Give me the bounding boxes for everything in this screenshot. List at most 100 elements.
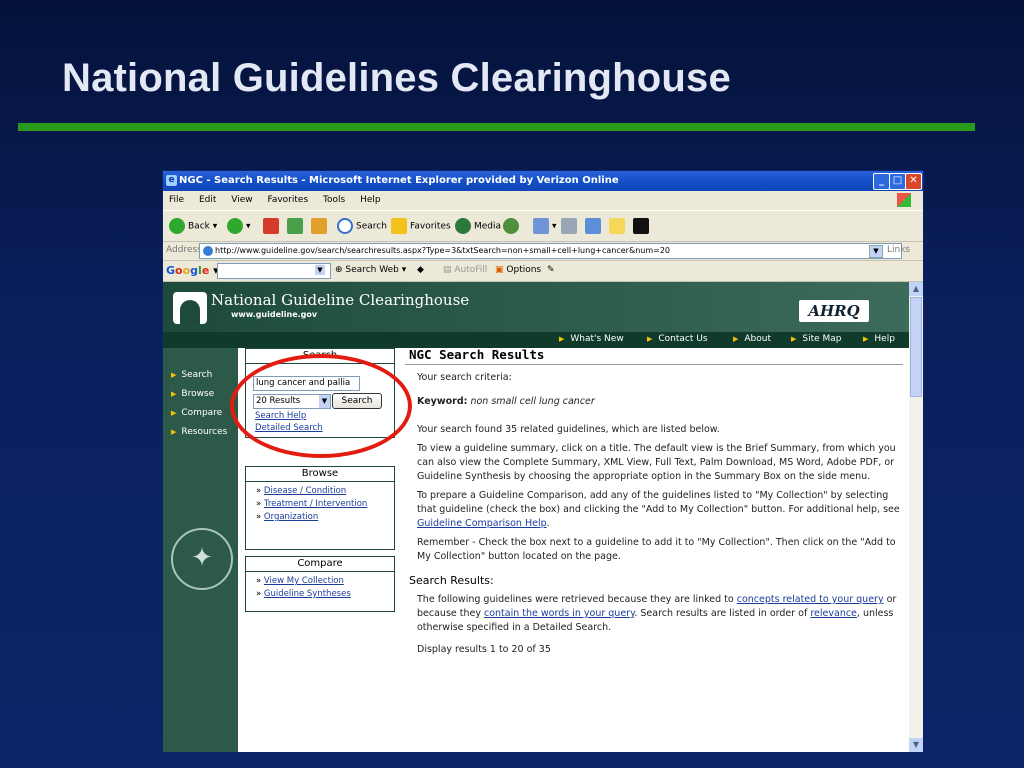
view-my-collection-link[interactable]: View My Collection bbox=[264, 576, 344, 586]
nav-contact-us[interactable]: Contact Us bbox=[647, 334, 707, 344]
highlight-icon[interactable]: ✎ bbox=[547, 265, 555, 275]
nav-help[interactable]: Help bbox=[863, 334, 895, 344]
address-dropdown-icon[interactable]: ▼ bbox=[869, 245, 883, 258]
menu-view[interactable]: View bbox=[231, 195, 252, 205]
options-icon: ▣ bbox=[495, 265, 504, 275]
pagerank-icon[interactable]: ◆ bbox=[417, 265, 424, 275]
maximize-button[interactable]: □ bbox=[889, 173, 906, 190]
binoculars-icon: ⊕ bbox=[335, 265, 343, 275]
links-label[interactable]: Links bbox=[887, 245, 910, 255]
list-item: » View My Collection bbox=[256, 576, 344, 586]
close-button[interactable]: ✕ bbox=[905, 173, 922, 190]
concepts-related-link[interactable]: concepts related to your query bbox=[737, 594, 884, 605]
autofill-icon: ▤ bbox=[443, 265, 452, 275]
scroll-up-icon[interactable]: ▲ bbox=[909, 282, 923, 296]
search-results-heading: Search Results: bbox=[409, 574, 494, 587]
side-nav-compare[interactable]: Compare bbox=[171, 408, 222, 418]
star-icon bbox=[391, 218, 407, 234]
scroll-thumb[interactable] bbox=[910, 297, 922, 397]
compare-panel-header: Compare bbox=[246, 557, 394, 572]
display-count: Display results 1 to 20 of 35 bbox=[417, 644, 551, 655]
ahrq-logo[interactable]: AHRQ bbox=[799, 300, 869, 322]
stop-icon bbox=[263, 218, 279, 234]
minimize-button[interactable]: _ bbox=[873, 173, 890, 190]
window-title: NGC - Search Results - Microsoft Interne… bbox=[179, 175, 619, 186]
google-logo[interactable]: Google ▾ bbox=[166, 264, 219, 277]
found-text: Your search found 35 related guidelines,… bbox=[417, 424, 720, 435]
mail-icon bbox=[533, 218, 549, 234]
search-icon bbox=[337, 218, 353, 234]
compare-panel: Compare » View My Collection » Guideline… bbox=[245, 556, 395, 612]
window-titlebar[interactable]: e NGC - Search Results - Microsoft Inter… bbox=[163, 171, 923, 191]
media-button[interactable]: Media bbox=[455, 218, 501, 234]
search-button[interactable]: Search bbox=[337, 218, 387, 234]
menu-edit[interactable]: Edit bbox=[199, 195, 216, 205]
forward-button[interactable]: ▾ bbox=[227, 218, 251, 234]
ngc-logo-icon[interactable] bbox=[173, 292, 207, 324]
autofill-button[interactable]: ▤ AutoFill bbox=[443, 265, 487, 275]
nav-whats-new[interactable]: What's New bbox=[559, 334, 623, 344]
history-icon bbox=[503, 218, 519, 234]
google-search-web-button[interactable]: ⊕ Search Web ▾ bbox=[335, 265, 406, 275]
refresh-button[interactable] bbox=[287, 218, 306, 234]
back-button[interactable]: Back ▾ bbox=[169, 218, 217, 234]
compare-text: To prepare a Guideline Comparison, add a… bbox=[417, 490, 900, 515]
notes-button[interactable] bbox=[609, 218, 628, 234]
favorites-label: Favorites bbox=[410, 221, 451, 232]
nav-about[interactable]: About bbox=[733, 334, 771, 344]
google-search-input[interactable] bbox=[217, 263, 331, 279]
web-page: National Guideline Clearinghouse www.gui… bbox=[163, 282, 909, 752]
site-header: National Guideline Clearinghouse www.gui… bbox=[163, 282, 909, 332]
search-label: Search bbox=[356, 221, 387, 232]
windows-flag-icon bbox=[897, 193, 911, 207]
side-nav-search[interactable]: Search bbox=[171, 370, 212, 380]
history-button[interactable] bbox=[503, 218, 522, 234]
forward-arrow-icon bbox=[227, 218, 243, 234]
compare-instructions: To prepare a Guideline Comparison, add a… bbox=[417, 489, 903, 531]
addon-button[interactable] bbox=[633, 218, 652, 234]
main-content: NGC Search Results Your search criteria:… bbox=[405, 348, 903, 662]
side-navigation: Search Browse Compare Resources ✦ bbox=[163, 348, 238, 752]
menu-tools[interactable]: Tools bbox=[323, 195, 345, 205]
stop-button[interactable] bbox=[263, 218, 282, 234]
edit-icon bbox=[585, 218, 601, 234]
guideline-syntheses-link[interactable]: Guideline Syntheses bbox=[264, 589, 351, 599]
retrieval-text: The following guidelines were retrieved … bbox=[417, 594, 737, 605]
guideline-comparison-help-link[interactable]: Guideline Comparison Help bbox=[417, 518, 547, 529]
vertical-scrollbar[interactable]: ▲ ▼ bbox=[909, 282, 923, 752]
menu-file[interactable]: File bbox=[169, 195, 184, 205]
ie-icon: e bbox=[166, 175, 177, 186]
home-icon bbox=[311, 218, 327, 234]
browse-treatment-link[interactable]: Treatment / Intervention bbox=[264, 499, 367, 509]
favorites-button[interactable]: Favorites bbox=[391, 218, 451, 234]
mail-button[interactable]: ▾ bbox=[533, 218, 557, 234]
nav-site-map[interactable]: Site Map bbox=[791, 334, 841, 344]
google-search-dropdown-icon[interactable]: ▼ bbox=[315, 265, 325, 275]
menu-help[interactable]: Help bbox=[360, 195, 381, 205]
hhs-seal-icon: ✦ bbox=[171, 528, 233, 590]
printer-icon bbox=[561, 218, 577, 234]
print-button[interactable] bbox=[561, 218, 580, 234]
side-nav-resources[interactable]: Resources bbox=[171, 427, 227, 437]
home-button[interactable] bbox=[311, 218, 330, 234]
autofill-label: AutoFill bbox=[454, 265, 488, 275]
highlight-annotation bbox=[230, 354, 412, 458]
contain-words-link[interactable]: contain the words in your query bbox=[484, 608, 634, 619]
list-item: » Treatment / Intervention bbox=[256, 499, 368, 509]
scroll-down-icon[interactable]: ▼ bbox=[909, 738, 923, 752]
addon-icon bbox=[633, 218, 649, 234]
relevance-link[interactable]: relevance bbox=[810, 608, 857, 619]
menu-favorites[interactable]: Favorites bbox=[267, 195, 308, 205]
site-name[interactable]: National Guideline Clearinghouse bbox=[211, 291, 469, 309]
edit-button[interactable] bbox=[585, 218, 604, 234]
slide-title: National Guidelines Clearinghouse bbox=[62, 56, 731, 100]
list-item: » Guideline Syntheses bbox=[256, 589, 351, 599]
google-options-button[interactable]: ▣ Options bbox=[495, 265, 541, 275]
side-nav-browse[interactable]: Browse bbox=[171, 389, 214, 399]
browse-organization-link[interactable]: Organization bbox=[264, 512, 318, 522]
browse-disease-link[interactable]: Disease / Condition bbox=[264, 486, 346, 496]
google-toolbar: Google ▾ ▼ ⊕ Search Web ▾ ◆ ▤ AutoFill ▣… bbox=[163, 261, 923, 282]
media-label: Media bbox=[474, 221, 502, 232]
browse-panel-header: Browse bbox=[246, 467, 394, 482]
address-input[interactable]: http://www.guideline.gov/search/searchre… bbox=[199, 243, 902, 259]
